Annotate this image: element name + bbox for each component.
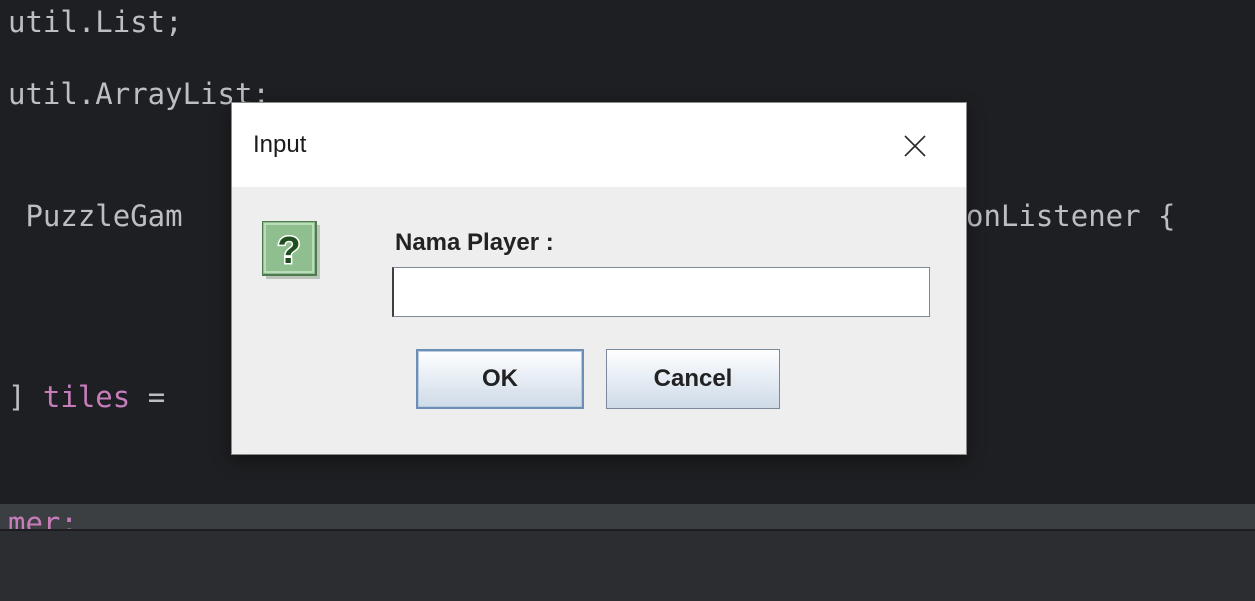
editor-divider-bar: mer;	[0, 504, 1255, 529]
player-name-label: Nama Player :	[395, 229, 554, 256]
dialog-title: Input	[253, 131, 307, 158]
code-line: util.ArrayList;	[8, 77, 270, 111]
code-line: ] tiles =	[8, 379, 165, 415]
code-line-fragment: onListener {	[966, 199, 1176, 233]
code-line: PuzzleGam	[8, 199, 183, 233]
ok-button[interactable]: OK	[416, 349, 584, 409]
svg-text:?: ?	[277, 230, 300, 272]
code-identifier: tiles	[42, 380, 131, 414]
code-token: =	[130, 380, 166, 414]
player-name-input[interactable]	[392, 267, 930, 317]
close-button[interactable]	[894, 125, 936, 167]
code-line: mer;	[8, 506, 78, 529]
dialog-titlebar: Input	[232, 103, 966, 187]
code-line: util.List;	[8, 5, 183, 39]
cancel-button[interactable]: Cancel	[606, 349, 780, 409]
input-dialog: Input ? ? Nama Player : OK Cancel	[232, 103, 966, 454]
close-icon	[904, 135, 926, 157]
bottom-panel	[0, 530, 1255, 601]
question-icon: ? ?	[261, 220, 324, 283]
code-token: ]	[8, 380, 43, 414]
